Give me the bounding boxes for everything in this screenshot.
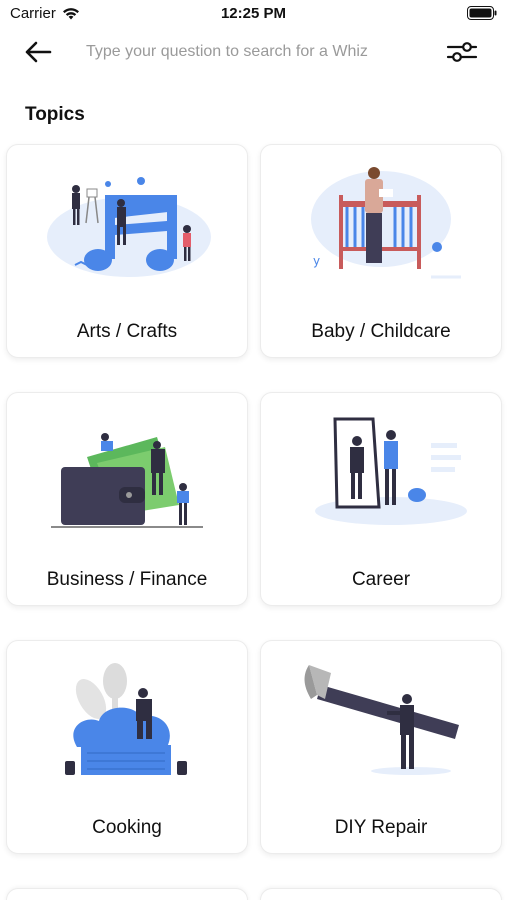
topic-card-partial[interactable]	[6, 888, 248, 900]
topic-label: Career	[351, 569, 411, 590]
topic-label: Business / Finance	[46, 569, 208, 590]
topic-card-business-finance[interactable]: Business / Finance	[6, 392, 248, 606]
topics-grid: Arts / Crafts y Baby / Childcare Busines…	[6, 144, 502, 900]
wallet-illustration	[51, 433, 203, 528]
battery-icon	[467, 6, 497, 20]
topic-card-cooking[interactable]: Cooking	[6, 640, 248, 854]
topic-card-arts-crafts[interactable]: Arts / Crafts	[6, 144, 248, 358]
filter-button[interactable]	[442, 36, 482, 68]
back-button[interactable]	[20, 36, 56, 68]
mirror-illustration	[315, 417, 467, 525]
status-time: 12:25 PM	[220, 5, 287, 22]
search-bar	[0, 30, 507, 74]
topic-card-diy-repair[interactable]: DIY Repair	[260, 640, 502, 854]
topic-card-career[interactable]: Career	[260, 392, 502, 606]
search-input[interactable]	[80, 36, 420, 68]
arrow-left-icon	[25, 41, 52, 63]
topic-label: Cooking	[92, 817, 162, 838]
topic-card-partial[interactable]	[260, 888, 502, 900]
crib-illustration: y	[311, 167, 461, 279]
status-bar: Carrier 12:25 PM	[0, 0, 507, 28]
topic-label: Baby / Childcare	[311, 321, 451, 342]
topic-card-baby-childcare[interactable]: y Baby / Childcare	[260, 144, 502, 358]
topics-heading: Topics	[25, 104, 85, 125]
chef-hat-illustration	[65, 663, 187, 775]
music-notes-illustration	[47, 177, 211, 277]
hammer-illustration	[304, 665, 459, 775]
topic-label: Arts / Crafts	[76, 321, 178, 342]
sliders-icon	[446, 42, 478, 62]
topic-label: DIY Repair	[334, 817, 428, 838]
svg-text:y: y	[313, 254, 320, 268]
